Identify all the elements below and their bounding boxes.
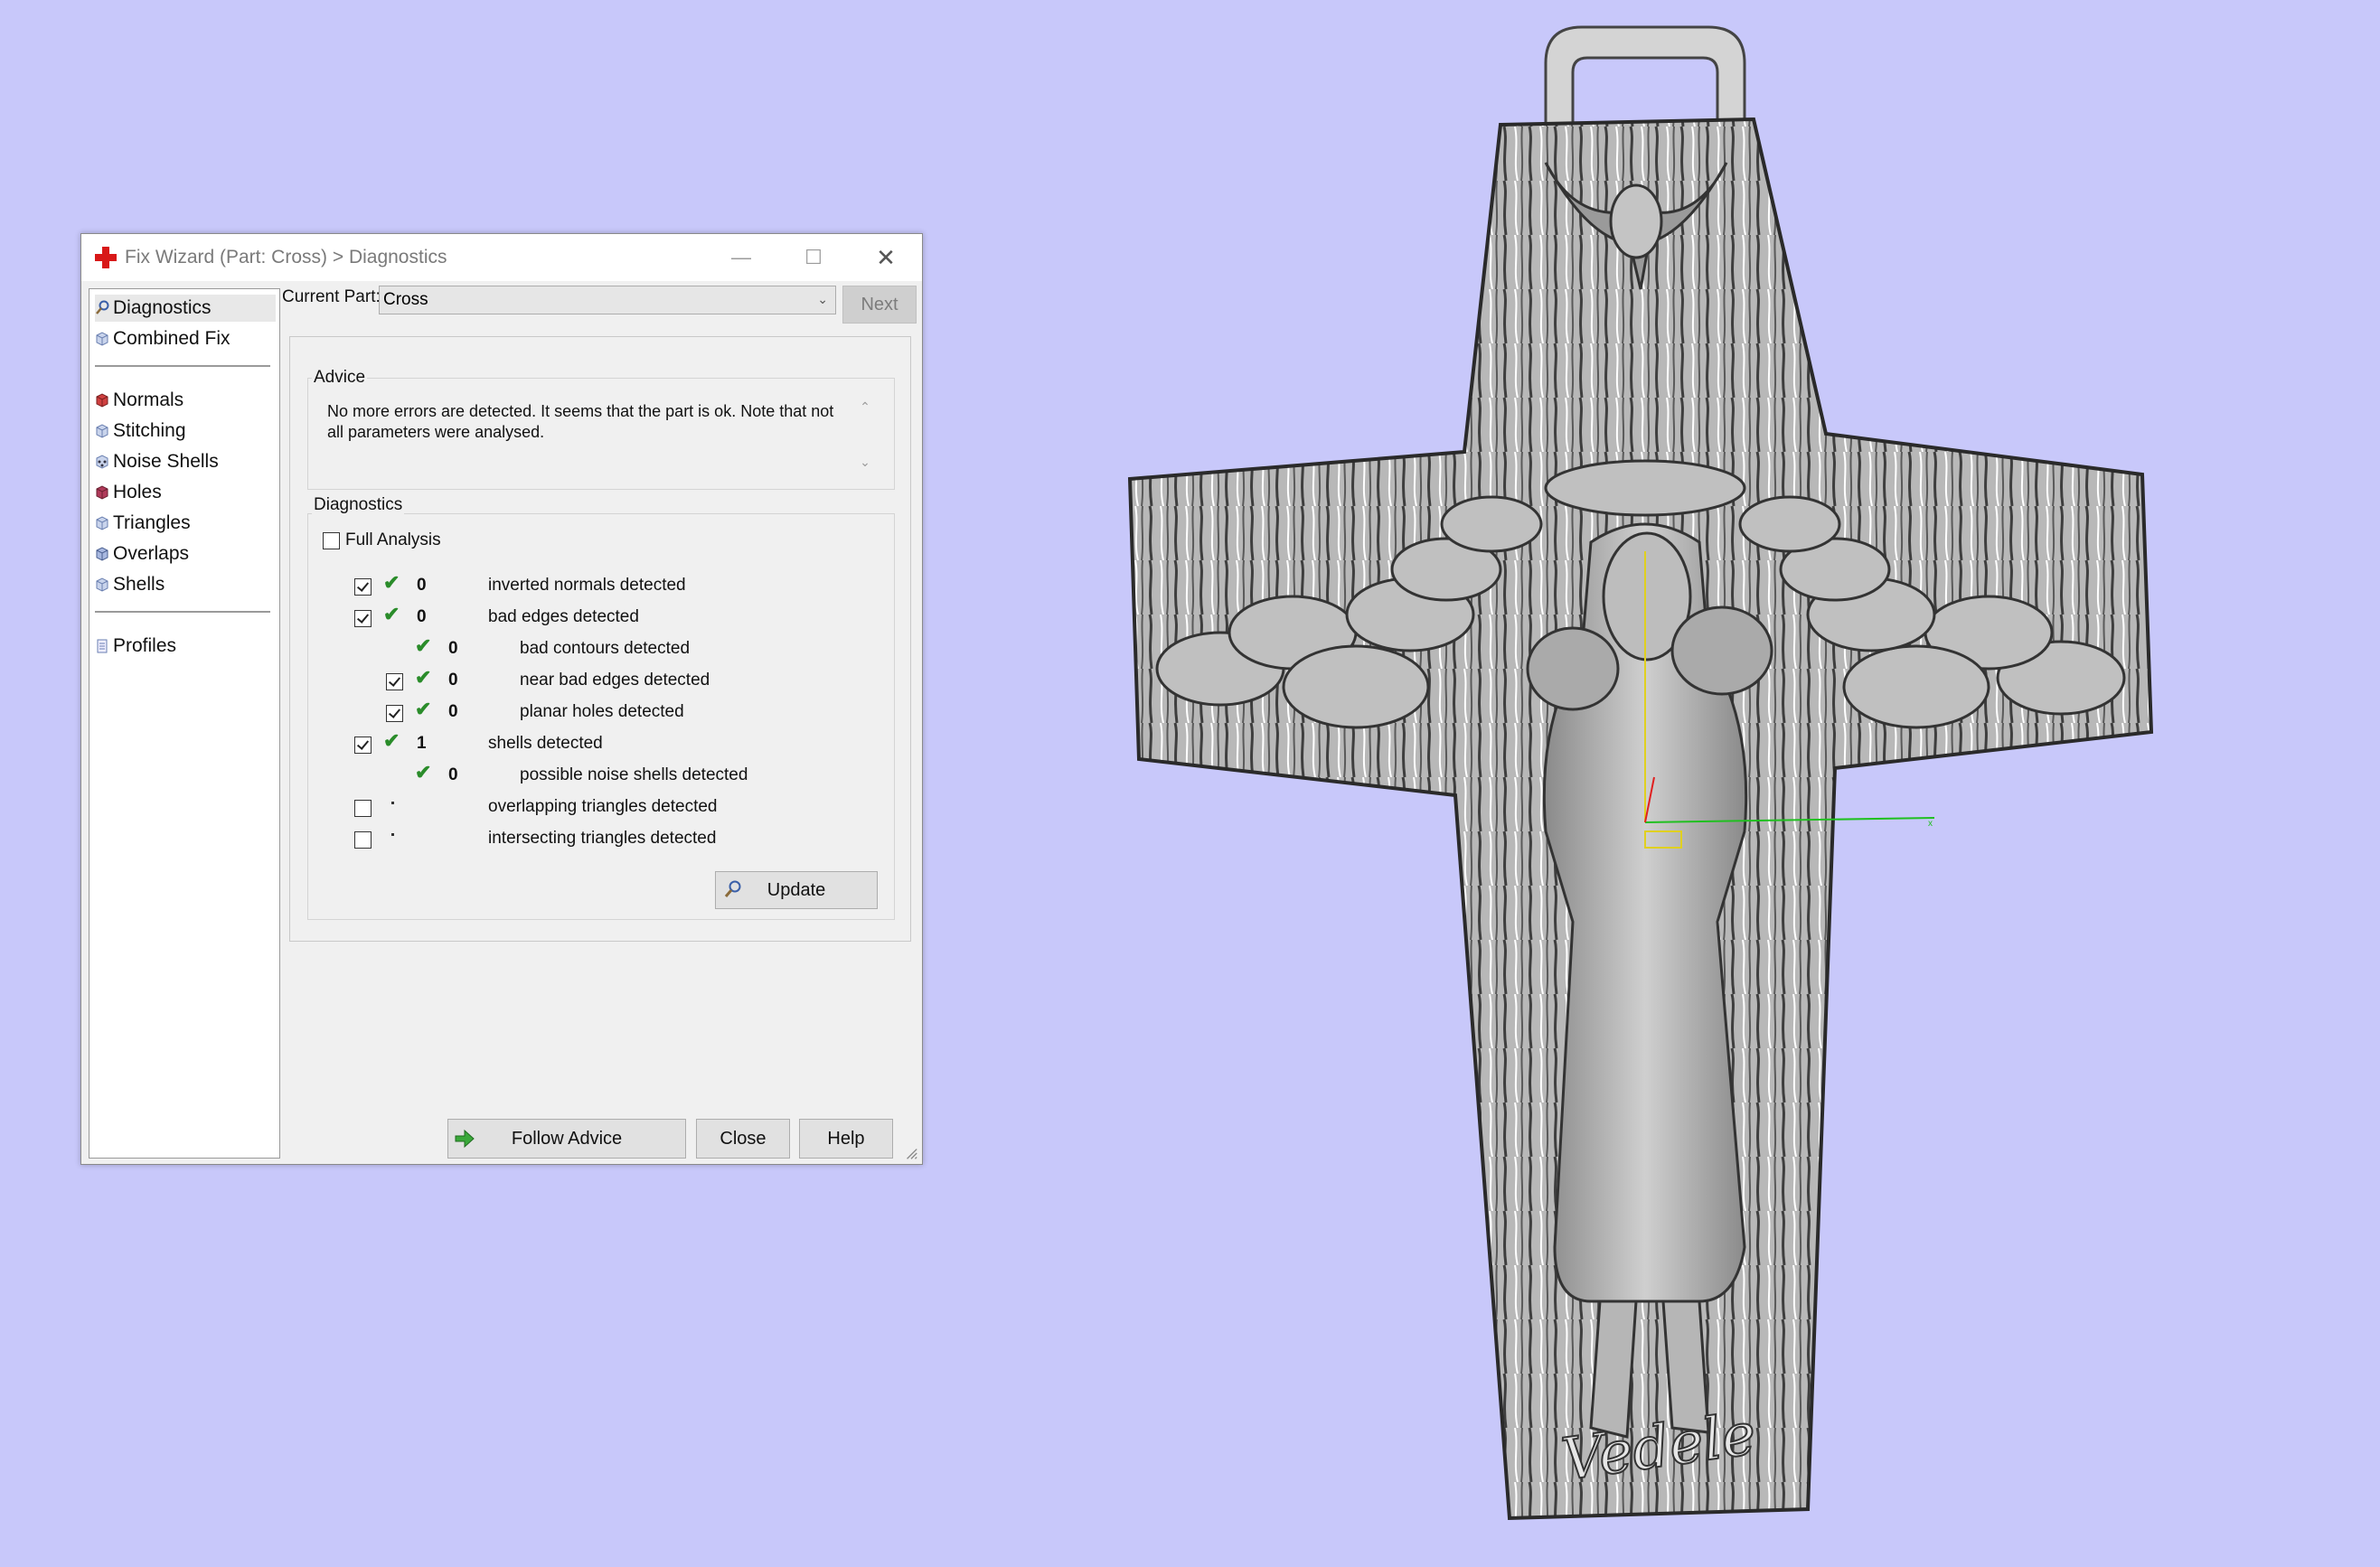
scroll-up-icon[interactable]: ⌃ — [853, 399, 877, 415]
diagnostic-checkbox[interactable] — [354, 831, 372, 849]
diagnostic-label: near bad edges detected — [520, 671, 710, 690]
magnifier-icon — [95, 300, 109, 316]
nav-item-diagnostics[interactable]: Diagnostics — [95, 295, 276, 322]
nav-label: Overlaps — [113, 543, 190, 564]
diagnostic-count: 1 — [417, 734, 427, 753]
svg-text:x: x — [1928, 819, 1933, 829]
diagnostic-checkbox[interactable] — [386, 705, 403, 722]
nav-item-stitching[interactable]: Stitching — [95, 418, 195, 445]
diagnostic-checkbox[interactable] — [354, 610, 372, 627]
cube-red-icon — [95, 392, 109, 408]
ok-check-icon: ✔ — [415, 634, 432, 657]
ok-check-icon: ✔ — [415, 666, 432, 689]
nav-item-normals[interactable]: Normals — [95, 387, 193, 414]
red-cross-icon — [94, 246, 118, 269]
nav-item-combined-fix[interactable]: Combined Fix — [95, 325, 240, 352]
diagnostic-count: 0 — [448, 765, 458, 784]
ok-check-icon: ✔ — [383, 729, 400, 752]
diagnostic-label: planar holes detected — [520, 702, 684, 721]
current-part-select[interactable]: Cross ⌄ — [379, 286, 836, 314]
nav-label: Stitching — [113, 420, 186, 441]
follow-advice-label: Follow Advice — [511, 1128, 623, 1149]
chevron-down-icon: ⌄ — [817, 292, 828, 306]
diagnostic-checkbox[interactable] — [354, 737, 372, 754]
nav-label: Holes — [113, 482, 162, 502]
update-button[interactable]: Update — [715, 871, 878, 909]
diagnostic-checkbox[interactable] — [354, 800, 372, 817]
help-button[interactable]: Help — [799, 1119, 893, 1159]
nav-label: Triangles — [113, 512, 191, 533]
advice-text: No more errors are detected. It seems th… — [327, 402, 834, 441]
not-analysed-dot-icon — [391, 802, 394, 804]
nav-label: Noise Shells — [113, 451, 219, 472]
nav-item-noise-shells[interactable]: Noise Shells — [95, 448, 228, 475]
ok-check-icon: ✔ — [415, 698, 432, 720]
cube-icon — [95, 423, 109, 439]
diagnostic-label: shells detected — [488, 734, 603, 753]
diagnostic-checkbox[interactable] — [354, 578, 372, 596]
full-analysis-checkbox[interactable] — [323, 532, 340, 549]
current-part-label: Current Part: — [282, 287, 381, 306]
diagnostic-label: bad edges detected — [488, 607, 639, 626]
ok-check-icon: ✔ — [383, 571, 400, 594]
nav-label: Shells — [113, 574, 165, 595]
nav-label: Normals — [113, 389, 184, 410]
diagnostic-label: intersecting triangles detected — [488, 829, 717, 848]
nav-divider — [95, 365, 270, 367]
nav-item-overlaps[interactable]: Overlaps — [95, 540, 198, 568]
advice-group-title: Advice — [312, 368, 368, 388]
next-button[interactable]: Next — [842, 286, 917, 324]
cube-dots-icon — [95, 454, 109, 470]
diagnostics-group-title: Diagnostics — [312, 495, 405, 515]
nav-label: Profiles — [113, 635, 177, 656]
cube-icon — [95, 515, 109, 531]
nav-label: Diagnostics — [113, 297, 212, 318]
cube-icon — [95, 546, 109, 562]
cube-icon — [95, 331, 109, 347]
diagnostic-label: possible noise shells detected — [520, 765, 748, 784]
document-icon — [95, 638, 109, 654]
diagnostic-count: 0 — [448, 702, 458, 721]
advice-scrollbar[interactable]: ⌃ ⌄ — [853, 398, 877, 472]
scroll-down-icon[interactable]: ⌄ — [853, 455, 877, 470]
diagnostic-label: inverted normals detected — [488, 576, 686, 595]
cube-red-icon — [95, 484, 109, 501]
maximize-button[interactable]: ☐ — [777, 234, 850, 281]
close-window-button[interactable]: ✕ — [850, 234, 922, 281]
cube-icon — [95, 577, 109, 593]
diagnostic-count: 0 — [448, 671, 458, 690]
nav-label: Combined Fix — [113, 328, 230, 349]
close-button[interactable]: Close — [696, 1119, 790, 1159]
title-bar[interactable]: Fix Wizard (Part: Cross) > Diagnostics —… — [81, 234, 922, 281]
nav-item-triangles[interactable]: Triangles — [95, 510, 200, 537]
diagnostic-count: 0 — [417, 607, 427, 626]
cross-model: Vedele — [1127, 117, 2154, 1521]
diagnostic-label: overlapping triangles detected — [488, 797, 718, 816]
arrow-right-icon — [454, 1129, 475, 1154]
magnifier-icon — [723, 879, 743, 905]
nav-divider — [95, 611, 270, 613]
current-part-value: Cross — [383, 290, 428, 309]
ok-check-icon: ✔ — [415, 761, 432, 784]
update-button-label: Update — [767, 879, 826, 900]
nav-item-shells[interactable]: Shells — [95, 571, 174, 598]
wizard-nav-panel: Diagnostics Combined Fix Normals Stitchi… — [89, 288, 280, 1159]
diagnostic-label: bad contours detected — [520, 639, 691, 658]
not-analysed-dot-icon — [391, 833, 394, 836]
diagnostic-count: 0 — [448, 639, 458, 658]
ok-check-icon: ✔ — [383, 603, 400, 625]
follow-advice-button[interactable]: Follow Advice — [447, 1119, 686, 1159]
diagnostic-checkbox[interactable] — [386, 673, 403, 690]
full-analysis-label: Full Analysis — [345, 530, 441, 549]
nav-item-holes[interactable]: Holes — [95, 479, 171, 506]
nav-item-profiles[interactable]: Profiles — [95, 633, 185, 660]
minimize-button[interactable]: — — [705, 234, 777, 281]
3d-viewport[interactable]: Vedele x — [1121, 18, 2187, 1545]
window-title: Fix Wizard (Part: Cross) > Diagnostics — [125, 247, 447, 267]
resize-grip-icon[interactable] — [904, 1146, 918, 1160]
hanging-loop — [1544, 25, 1746, 128]
diagnostic-count: 0 — [417, 576, 427, 595]
